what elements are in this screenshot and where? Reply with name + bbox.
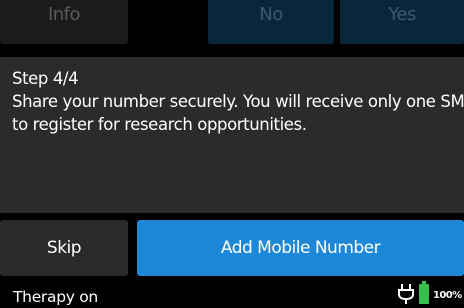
skip-button[interactable]: Skip (0, 220, 128, 276)
therapy-status: Therapy on (13, 288, 98, 306)
yes-button[interactable]: Yes (340, 0, 464, 44)
no-button[interactable]: No (208, 0, 334, 44)
plug-icon (398, 284, 414, 304)
status-bar: Therapy on 100% (0, 280, 464, 308)
battery-icon (419, 281, 429, 304)
battery-percent: 100% (433, 290, 462, 301)
registration-dialog: Step 4/4 Share your number securely. You… (0, 57, 464, 213)
add-mobile-number-button[interactable]: Add Mobile Number (137, 220, 464, 276)
dialog-message-line-2: to register for research opportunities. (12, 115, 307, 134)
step-indicator: Step 4/4 (12, 69, 79, 88)
dialog-message-line-1: Share your number securely. You will rec… (12, 92, 464, 111)
info-button[interactable]: Info (0, 0, 128, 44)
